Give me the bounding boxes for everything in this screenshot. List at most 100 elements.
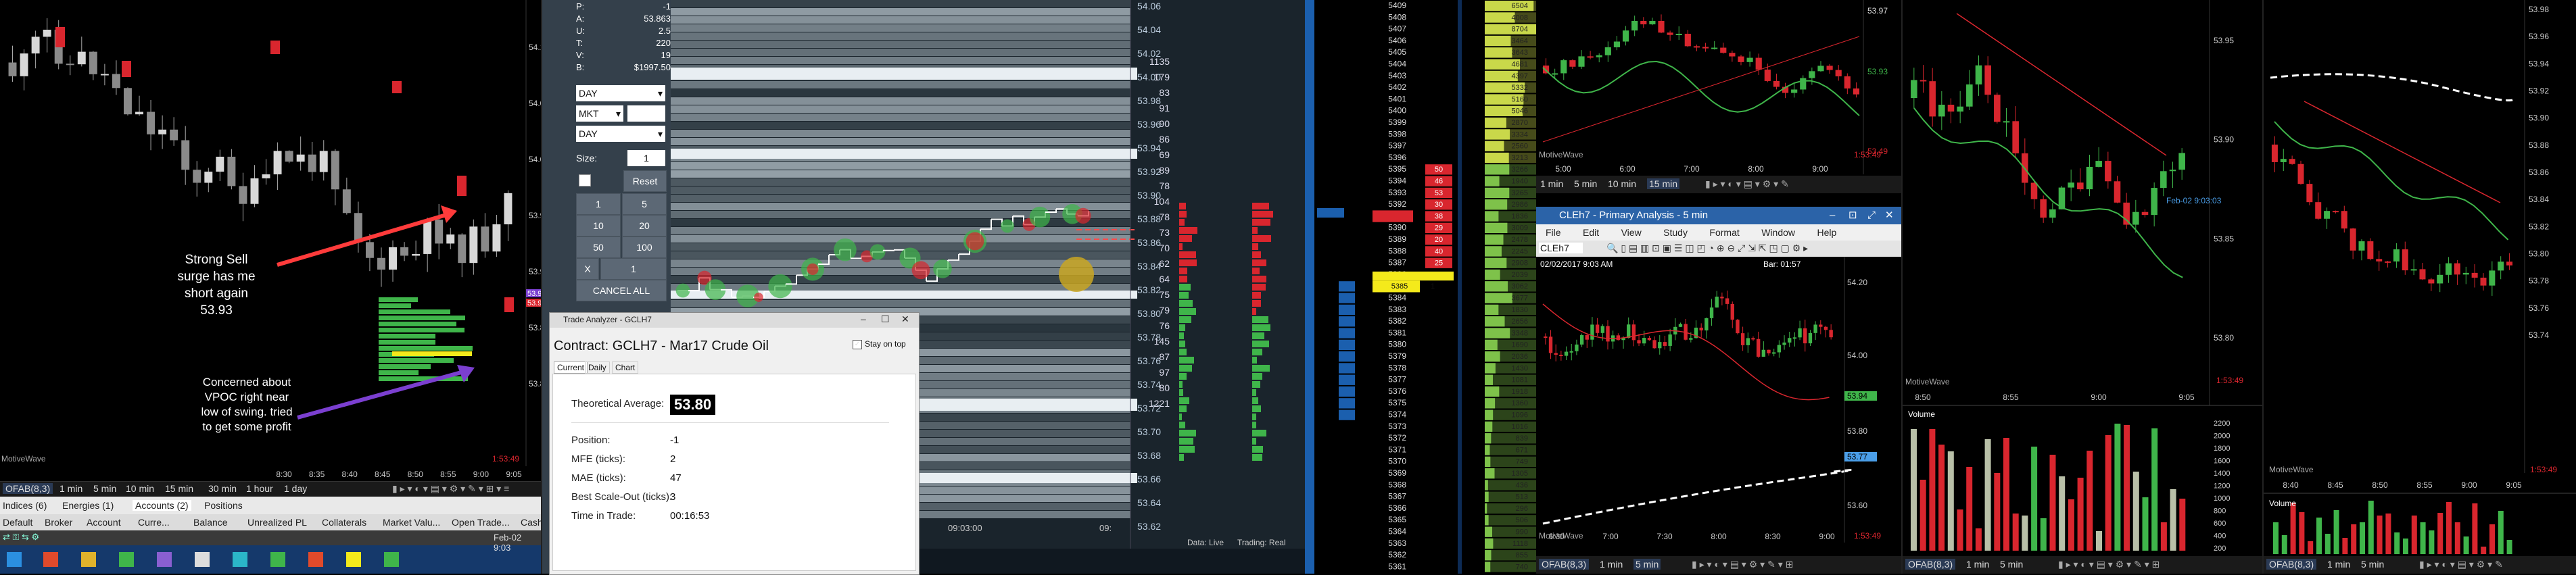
interval-5min[interactable]: 5 min [2361, 559, 2384, 570]
candle-body [193, 170, 201, 182]
symbol-selector[interactable]: OFAB(8,3) [2266, 559, 2316, 570]
column-cash[interactable]: Cash [521, 517, 543, 528]
qty-button-10[interactable]: 10 [576, 215, 621, 236]
price-stepper[interactable] [627, 105, 665, 122]
minimize-icon[interactable]: – [861, 314, 866, 324]
time-label: 7:30 [1656, 532, 1673, 541]
close-qty[interactable]: 1 [600, 258, 667, 280]
candle-body [2031, 183, 2038, 199]
toolbar-tools-icon[interactable]: ▮ ▸ ▾ ◐ ▾ ▤ ▾ ⚙ ▾ ✎ [2419, 559, 2503, 570]
qty-button-5[interactable]: 5 [622, 193, 667, 215]
chevron-down-icon: ▾ [658, 126, 663, 142]
symbol-selector[interactable]: OFAB(8,3) [1539, 559, 1589, 570]
column-unrealized-pl[interactable]: Unrealized PL [247, 517, 307, 528]
interval-5min[interactable]: 5 min [1633, 559, 1661, 570]
tab-energies[interactable]: Energies (1) [62, 500, 114, 511]
interval-1min[interactable]: 1 min [1600, 559, 1623, 570]
qty-button-1[interactable]: 1 [576, 193, 621, 215]
close-position-button[interactable]: X [576, 258, 599, 280]
interval-1min[interactable]: 1 min [2327, 559, 2350, 570]
interval-5min[interactable]: 5 min [2000, 559, 2023, 570]
qty-button-50[interactable]: 50 [576, 236, 621, 258]
qty-button-20[interactable]: 20 [622, 215, 667, 236]
menu-view[interactable]: View [1621, 224, 1642, 241]
candlestick-volume-chart[interactable]: 53.9553.9053.8553.808:508:559:009:052200… [1903, 0, 2264, 574]
qty-button-100[interactable]: 100 [622, 236, 667, 258]
depth-bar [1252, 454, 1262, 461]
menu-study[interactable]: Study [1663, 224, 1688, 241]
column-collaterals[interactable]: Collaterals [322, 517, 366, 528]
cancel-all-button[interactable]: CANCEL ALL [576, 280, 667, 301]
tab-chart[interactable]: Chart [612, 361, 638, 374]
column-account[interactable]: Account [87, 517, 121, 528]
close-icon[interactable]: ✕ [901, 314, 909, 325]
interval-5min[interactable]: 5 min [1574, 178, 1597, 189]
interval-15min[interactable]: 15 min [1647, 178, 1679, 189]
dom-price: 5377 [1388, 375, 1406, 384]
interval-10min[interactable]: 10 min [1608, 178, 1636, 189]
tif-select-1[interactable]: DAY▾ [576, 85, 665, 101]
column-default[interactable]: Default [3, 517, 32, 528]
interval-15min[interactable]: 15 min [165, 483, 193, 494]
pin-icon[interactable]: ⊡ [1848, 207, 1857, 224]
volume-tick: 1800 [2214, 445, 2230, 453]
interval-1min[interactable]: 1 min [1966, 559, 1989, 570]
cleh7-titlebar[interactable]: CLEh7 - Primary Analysis - 5 min – ⊡ ⤢ ✕ [1536, 207, 1901, 224]
order-type-select[interactable]: MKT▾ [576, 105, 623, 122]
candle-body [1640, 21, 1646, 24]
small-line-chart[interactable]: 53.9753.9353.495:006:007:008:009:00 [1536, 0, 1901, 195]
candle-body [308, 155, 316, 172]
candle-body [1948, 105, 1955, 111]
interval-1min[interactable]: 1 min [1540, 178, 1563, 189]
stay-on-top-checkbox[interactable]: ✓ [853, 340, 862, 349]
column-broker[interactable]: Broker [45, 517, 72, 528]
taskbar-app-icons[interactable] [0, 548, 419, 571]
tab-accounts[interactable]: Accounts (2) [133, 500, 191, 511]
menu-help[interactable]: Help [1817, 224, 1836, 241]
toolbar-icons[interactable]: 🔍 ▯ ▤ ▥ ⊡ ▣ ☰ ◫ ◰ ◔ ⊕ ⊖ ⤢ ⇲ ⇱ ◳ ▢ ⚙ ▸ [1606, 243, 1808, 254]
menu-file[interactable]: File [1546, 224, 1561, 241]
interval-5min[interactable]: 5 min [93, 483, 116, 494]
cleh7-candlestick-chart[interactable]: 54.2054.0053.9453.8053.7753.606:307:007:… [1536, 257, 1901, 543]
toolbar-tools-icon[interactable]: ▮ ▸ ▾ ◐ ▾ ▤ ▾ ⚙ ▾ ✎ ▾ ⊞ [1692, 559, 1793, 570]
close-icon[interactable]: ✕ [1885, 207, 1894, 224]
volume-bar [1976, 528, 1982, 551]
minimize-icon[interactable]: – [1830, 207, 1835, 224]
right-candlestick-chart[interactable]: 53.9853.9653.9453.9253.9053.8853.8653.84… [2264, 0, 2576, 574]
interval-1day[interactable]: 1 day [284, 483, 307, 494]
contract-label: Contract: GCLH7 - Mar17 Crude Oil [554, 339, 769, 354]
stat-row: P:-1 [576, 1, 671, 11]
menu-edit[interactable]: Edit [1583, 224, 1599, 241]
interval-30min[interactable]: 30 min [208, 483, 237, 494]
maximize-icon[interactable]: ☐ [881, 314, 890, 325]
tab-indices[interactable]: Indices (6) [3, 500, 47, 511]
symbol-selector[interactable]: OFAB(8,3) [1905, 559, 1955, 570]
symbol-selector[interactable]: OFAB(8,3) [3, 483, 53, 494]
candle-body [1648, 338, 1651, 340]
interval-1hour[interactable]: 1 hour [246, 483, 273, 494]
toolbar-tools-icon[interactable]: ▮ ▸ ▾ ◐ ▾ ▤ ▾ ⚙ ▾ ✎ [1705, 178, 1789, 190]
column-balance[interactable]: Balance [193, 517, 228, 528]
reset-button[interactable]: Reset [623, 170, 667, 192]
interval-10min[interactable]: 10 min [126, 483, 154, 494]
tab-daily[interactable]: Daily [585, 361, 610, 374]
menu-format[interactable]: Format [1709, 224, 1739, 241]
tif-select-2[interactable]: DAY▾ [576, 126, 665, 142]
volume-profile-bar [379, 376, 468, 381]
size-input[interactable]: 1 [627, 150, 665, 166]
dom-ladder[interactable]: 5409650454084008540787045406346454053643… [1305, 0, 1536, 574]
column-open-trade[interactable]: Open Trade... [452, 517, 510, 528]
checkbox[interactable] [579, 174, 591, 186]
column-currency[interactable]: Curre... [138, 517, 170, 528]
maximize-icon[interactable]: ⤢ [1867, 207, 1876, 224]
interval-1min[interactable]: 1 min [59, 483, 82, 494]
column-market-value[interactable]: Market Valu... [383, 517, 440, 528]
symbol-selector[interactable]: CLEh7 [1539, 243, 1583, 253]
menu-window[interactable]: Window [1761, 224, 1795, 241]
tab-current[interactable]: Current [554, 361, 588, 374]
toolbar-tools-icon[interactable]: ▮ ▸ ▾ ◐ ▾ ▤ ▾ ⚙ ▾ ✎ ▾ ⊞ ▾ ≡ [392, 483, 509, 495]
trade-analyzer-titlebar[interactable]: Trade Analyzer - GCLH7 – ☐ ✕ [550, 313, 919, 328]
tab-positions[interactable]: Positions [204, 500, 243, 511]
trade-analyzer-window[interactable]: Trade Analyzer - GCLH7 – ☐ ✕ Contract: G… [549, 312, 920, 575]
toolbar-tools-icon[interactable]: ▮ ▸ ▾ ◐ ▾ ▤ ▾ ⚙ ▾ ✎ ▾ ⊞ [2058, 559, 2160, 570]
